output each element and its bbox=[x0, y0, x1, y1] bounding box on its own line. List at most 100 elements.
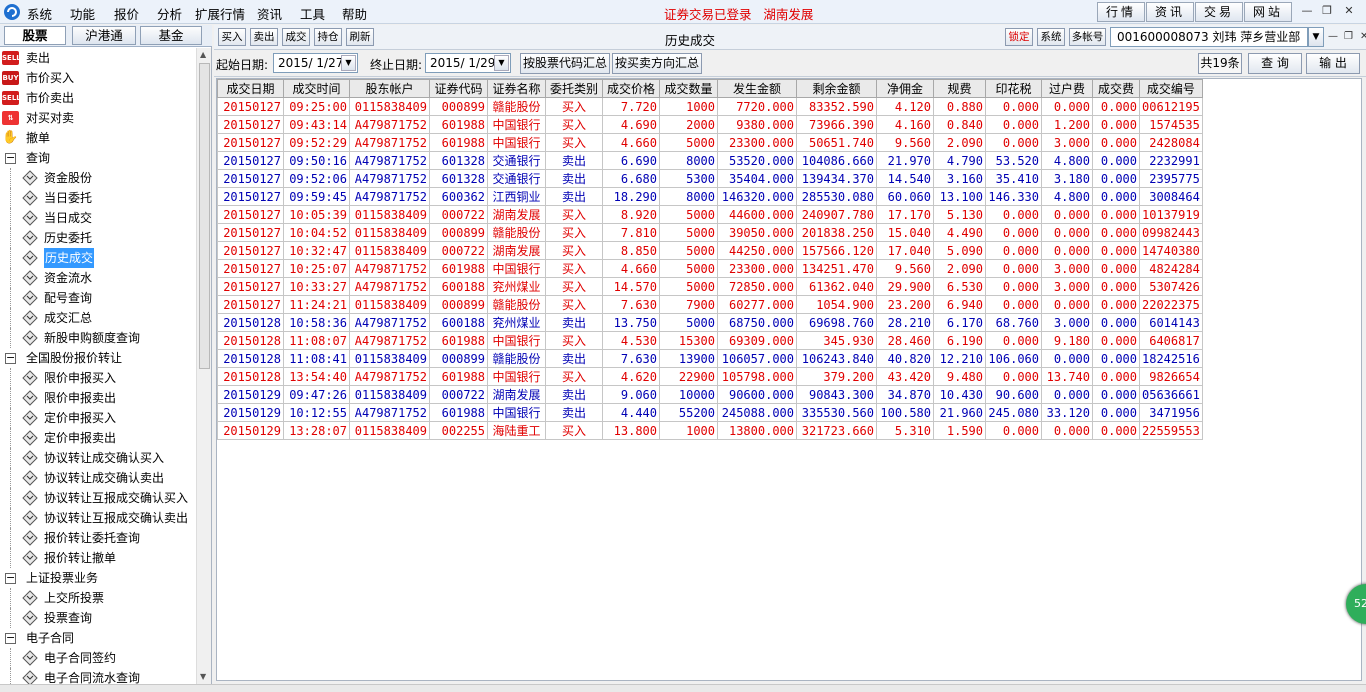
column-header[interactable]: 成交日期 bbox=[217, 79, 284, 98]
column-header[interactable]: 发生金额 bbox=[717, 79, 797, 98]
table-row[interactable]: 20150127 09:43:14 A479871752 601988 中国银行 买入 4.… bbox=[217, 115, 1203, 134]
sidebar-item[interactable]: 定价申报买入 bbox=[0, 408, 196, 428]
sidebar-item[interactable]: 新股申购额度查询 bbox=[0, 328, 196, 348]
tab-hk-connect[interactable]: 沪港通 bbox=[72, 26, 136, 45]
sidebar-item[interactable]: 限价申报卖出 bbox=[0, 388, 196, 408]
sidebar-item[interactable]: SELL 市价卖出 bbox=[0, 88, 196, 108]
sidebar-item[interactable]: 当日委托 bbox=[0, 188, 196, 208]
sidebar-item[interactable]: 报价转让委托查询 bbox=[0, 528, 196, 548]
sidebar-item[interactable]: 配号查询 bbox=[0, 288, 196, 308]
table-row[interactable]: 20150129 10:12:55 A479871752 601988 中国银行 卖出 4.… bbox=[217, 403, 1203, 422]
refresh-button[interactable]: 刷新 bbox=[346, 28, 374, 46]
tab-funds[interactable]: 基金 bbox=[140, 26, 202, 45]
website-button[interactable]: 网站 bbox=[1244, 2, 1292, 22]
multi-account-button[interactable]: 多帐号 bbox=[1069, 28, 1106, 46]
menu-extended-market[interactable]: 扩展行情 bbox=[195, 4, 245, 23]
positions-button[interactable]: 持仓 bbox=[314, 28, 342, 46]
query-button[interactable]: 查 询 bbox=[1248, 53, 1302, 74]
collapse-icon[interactable]: − bbox=[5, 352, 16, 364]
buy-button[interactable]: 买入 bbox=[218, 28, 246, 46]
table-row[interactable]: 20150128 10:58:36 A479871752 600188 兖州煤业 卖出 13… bbox=[217, 313, 1203, 332]
collapse-icon[interactable]: − bbox=[5, 572, 16, 584]
sidebar-item[interactable]: − 电子合同 bbox=[0, 628, 196, 648]
table-row[interactable]: 20150128 11:08:41 0115838409 000899 赣能股份 卖出 7.… bbox=[217, 349, 1203, 368]
table-row[interactable]: 20150127 10:32:47 0115838409 000722 湖南发展 买入 8.… bbox=[217, 241, 1203, 260]
sidebar-item[interactable]: ⇅ 对买对卖 bbox=[0, 108, 196, 128]
tab-stocks[interactable]: 股票 bbox=[4, 26, 66, 45]
market-button[interactable]: 行情 bbox=[1097, 2, 1145, 22]
export-button[interactable]: 输 出 bbox=[1306, 53, 1360, 74]
sidebar-scrollbar[interactable]: ▲ ▼ bbox=[196, 48, 211, 685]
table-row[interactable]: 20150127 10:25:07 A479871752 601988 中国银行 买入 4.… bbox=[217, 259, 1203, 278]
scroll-down-icon[interactable]: ▼ bbox=[200, 672, 206, 681]
sidebar-item[interactable]: BUY 市价买入 bbox=[0, 68, 196, 88]
sidebar-item[interactable]: 当日成交 bbox=[0, 208, 196, 228]
table-row[interactable]: 20150129 13:28:07 0115838409 002255 海陆重工 买入 13… bbox=[217, 421, 1203, 440]
pane-restore-icon[interactable]: ❐ bbox=[1344, 31, 1353, 42]
pane-minimize-icon[interactable]: — bbox=[1328, 31, 1338, 42]
sidebar-item[interactable]: − 全国股份报价转让 bbox=[0, 348, 196, 368]
system-button[interactable]: 系统 bbox=[1037, 28, 1065, 46]
sidebar-item[interactable]: 历史委托 bbox=[0, 228, 196, 248]
sidebar-item[interactable]: 协议转让互报成交确认买入 bbox=[0, 488, 196, 508]
deals-button[interactable]: 成交 bbox=[282, 28, 310, 46]
column-header[interactable]: 规费 bbox=[933, 79, 986, 98]
menu-news[interactable]: 资讯 bbox=[257, 4, 282, 23]
sidebar-item[interactable]: 资金流水 bbox=[0, 268, 196, 288]
table-row[interactable]: 20150129 09:47:26 0115838409 000722 湖南发展 卖出 9.… bbox=[217, 385, 1203, 404]
table-row[interactable]: 20150127 10:04:52 0115838409 000899 赣能股份 买入 7.… bbox=[217, 223, 1203, 242]
lock-button[interactable]: 锁定 bbox=[1005, 28, 1033, 46]
column-header[interactable]: 成交费 bbox=[1092, 79, 1140, 98]
sidebar-item[interactable]: 成交汇总 bbox=[0, 308, 196, 328]
end-date-picker[interactable]: 2015/ 1/29 ▼ bbox=[425, 53, 511, 73]
scroll-up-icon[interactable]: ▲ bbox=[200, 50, 206, 59]
menu-system[interactable]: 系统 bbox=[27, 4, 52, 23]
table-row[interactable]: 20150127 10:05:39 0115838409 000722 湖南发展 买入 8.… bbox=[217, 205, 1203, 224]
column-header[interactable]: 过户费 bbox=[1041, 79, 1093, 98]
column-header[interactable]: 印花税 bbox=[985, 79, 1042, 98]
table-row[interactable]: 20150128 13:54:40 A479871752 601988 中国银行 买入 4.… bbox=[217, 367, 1203, 386]
sidebar-item[interactable]: 限价申报买入 bbox=[0, 368, 196, 388]
calendar-drop-icon[interactable]: ▼ bbox=[494, 55, 509, 71]
sidebar-item[interactable]: 投票查询 bbox=[0, 608, 196, 628]
table-row[interactable]: 20150127 11:24:21 0115838409 000899 赣能股份 买入 7.… bbox=[217, 295, 1203, 314]
column-header[interactable]: 剩余金额 bbox=[796, 79, 877, 98]
sidebar-item[interactable]: 电子合同流水查询 bbox=[0, 668, 196, 685]
table-row[interactable]: 20150127 09:52:06 A479871752 601328 交通银行 卖出 6.… bbox=[217, 169, 1203, 188]
chevron-down-icon[interactable]: ▼ bbox=[1308, 27, 1324, 47]
pane-close-icon[interactable]: ✕ bbox=[1360, 31, 1366, 42]
column-header[interactable]: 委托类别 bbox=[545, 79, 603, 98]
column-header[interactable]: 成交数量 bbox=[659, 79, 718, 98]
account-select[interactable]: 001600008073 刘玮 萍乡营业部 bbox=[1110, 27, 1308, 47]
menu-function[interactable]: 功能 bbox=[70, 4, 95, 23]
sidebar-item[interactable]: 电子合同签约 bbox=[0, 648, 196, 668]
column-header[interactable]: 成交编号 bbox=[1139, 79, 1203, 98]
news-button[interactable]: 资讯 bbox=[1146, 2, 1194, 22]
sidebar-item[interactable]: 历史成交 bbox=[0, 248, 196, 268]
table-row[interactable]: 20150127 09:59:45 A479871752 600362 江西铜业 卖出 18… bbox=[217, 187, 1203, 206]
collapse-icon[interactable]: − bbox=[5, 152, 16, 164]
menu-tools[interactable]: 工具 bbox=[300, 4, 325, 23]
sidebar-item[interactable]: 定价申报卖出 bbox=[0, 428, 196, 448]
calendar-drop-icon[interactable]: ▼ bbox=[341, 55, 356, 71]
restore-icon[interactable]: ❐ bbox=[1318, 3, 1336, 20]
menu-quote[interactable]: 报价 bbox=[114, 4, 139, 23]
sidebar-item[interactable]: 协议转让成交确认卖出 bbox=[0, 468, 196, 488]
sidebar-item[interactable]: SELL 卖出 bbox=[0, 48, 196, 68]
summary-by-code-button[interactable]: 按股票代码汇总 bbox=[520, 53, 610, 74]
trade-button[interactable]: 交易 bbox=[1195, 2, 1243, 22]
sidebar-item[interactable]: 报价转让撤单 bbox=[0, 548, 196, 568]
column-header[interactable]: 成交时间 bbox=[283, 79, 350, 98]
start-date-picker[interactable]: 2015/ 1/27 ▼ bbox=[273, 53, 358, 73]
minimize-icon[interactable]: — bbox=[1298, 3, 1316, 20]
sidebar-item[interactable]: − 查询 bbox=[0, 148, 196, 168]
sidebar-item[interactable]: 协议转让互报成交确认卖出 bbox=[0, 508, 196, 528]
sidebar-item[interactable]: 上交所投票 bbox=[0, 588, 196, 608]
sidebar-item[interactable]: − 上证投票业务 bbox=[0, 568, 196, 588]
sidebar-item[interactable]: ✋ 撤单 bbox=[0, 128, 196, 148]
column-header[interactable]: 证券代码 bbox=[429, 79, 488, 98]
summary-by-side-button[interactable]: 按买卖方向汇总 bbox=[612, 53, 702, 74]
table-row[interactable]: 20150127 09:50:16 A479871752 601328 交通银行 卖出 6.… bbox=[217, 151, 1203, 170]
table-row[interactable]: 20150127 09:52:29 A479871752 601988 中国银行 买入 4.… bbox=[217, 133, 1203, 152]
column-header[interactable]: 证券名称 bbox=[487, 79, 546, 98]
